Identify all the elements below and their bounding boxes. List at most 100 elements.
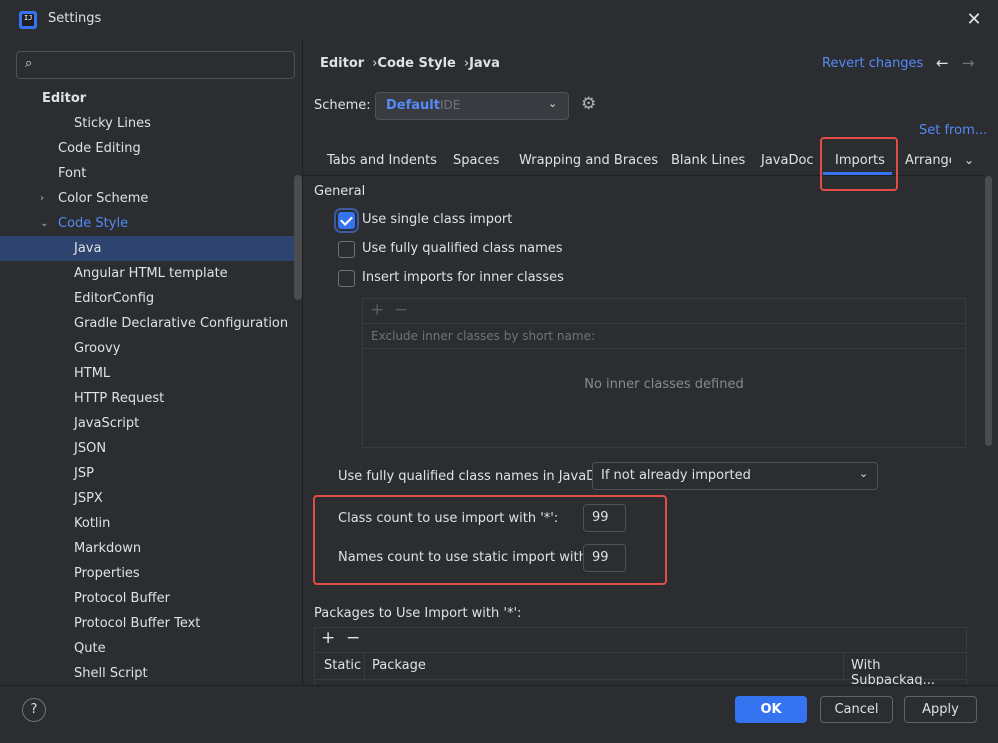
tab-spaces[interactable]: Spaces	[453, 153, 499, 168]
column-divider[interactable]	[843, 653, 844, 679]
tree-item-label: Qute	[74, 641, 106, 656]
tree-item[interactable]: JSP	[0, 461, 302, 486]
javadoc-fq-label: Use fully qualified class names in JavaD…	[338, 469, 616, 484]
use-single-class-import-label[interactable]: Use single class import	[362, 212, 512, 227]
tree-item[interactable]: Java	[0, 236, 302, 261]
inner-table-header-label: Exclude inner classes by short name:	[371, 329, 595, 343]
tree-item-label: Shell Script	[74, 666, 148, 681]
settings-dialog: IJ Settings ✕ ⌕ Editor Sticky Lines Code E…	[0, 0, 998, 743]
title-bar: IJ Settings ✕	[0, 0, 998, 40]
tree-item[interactable]: HTTP Request	[0, 386, 302, 411]
tab-javadoc[interactable]: JavaDoc	[761, 153, 814, 168]
tree-item[interactable]: Groovy	[0, 336, 302, 361]
revert-changes-link[interactable]: Revert changes	[822, 56, 923, 71]
add-icon[interactable]: +	[321, 628, 335, 648]
remove-icon[interactable]: −	[346, 628, 360, 648]
tree-item-label: Font	[58, 166, 87, 181]
chevron-down-icon[interactable]: ⌄	[964, 153, 974, 167]
tree-item[interactable]: › Color Scheme	[0, 186, 302, 211]
content-scrollbar[interactable]	[985, 176, 992, 446]
tree-item[interactable]: Sticky Lines	[0, 111, 302, 136]
remove-icon[interactable]: −	[394, 300, 408, 320]
forward-arrow-icon[interactable]: →	[962, 54, 975, 72]
tab-wrapping-and-braces[interactable]: Wrapping and Braces	[519, 153, 658, 168]
tree-item-label: Angular HTML template	[74, 266, 228, 281]
scheme-select[interactable]: Default IDE ⌄	[375, 92, 569, 120]
tree-item[interactable]: JavaScript	[0, 411, 302, 436]
add-icon[interactable]: +	[370, 300, 384, 320]
tree-item[interactable]: Code Editing	[0, 136, 302, 161]
tree-item[interactable]: EditorConfig	[0, 286, 302, 311]
back-arrow-icon[interactable]: ←	[936, 54, 949, 72]
tree-item[interactable]: HTML	[0, 361, 302, 386]
settings-content-panel: Editor ›Code Style ›Java Revert changes ← …	[303, 40, 998, 688]
set-from-link[interactable]: Set from...	[919, 123, 987, 138]
ok-button[interactable]: OK	[735, 696, 807, 723]
chevron-down-icon: ⌄	[859, 467, 869, 480]
cancel-button[interactable]: Cancel	[820, 696, 893, 723]
tree-item-label: Markdown	[74, 541, 142, 556]
tree-item[interactable]: Properties	[0, 561, 302, 586]
tree-item[interactable]: Kotlin	[0, 511, 302, 536]
tree-item-label: Groovy	[74, 341, 121, 356]
tab-tabs-and-indents[interactable]: Tabs and Indents	[327, 153, 437, 168]
tree-item[interactable]: Protocol Buffer	[0, 586, 302, 611]
tree-item-label: Gradle Declarative Configuration	[74, 316, 289, 331]
tree-item[interactable]: Protocol Buffer Text	[0, 611, 302, 636]
packages-toolbar: + −	[315, 628, 966, 653]
column-header-package[interactable]: Package	[372, 658, 426, 673]
tree-item[interactable]: Editor	[0, 86, 302, 111]
chevron-down-icon[interactable]: ⌄	[40, 211, 52, 236]
insert-imports-inner-checkbox[interactable]	[338, 270, 355, 287]
tree-item[interactable]: JSON	[0, 436, 302, 461]
gear-icon[interactable]: ⚙	[581, 94, 596, 114]
use-single-class-import-checkbox[interactable]	[338, 212, 355, 229]
tree-item[interactable]: Gradle Declarative Configuration	[0, 311, 302, 336]
column-divider[interactable]	[364, 653, 365, 679]
tree-item-label: Java	[74, 241, 102, 256]
tree-item[interactable]: Shell Script	[0, 661, 302, 685]
packages-table: + − Static Package With Subpackag...	[314, 627, 967, 688]
tree-item[interactable]: Font	[0, 161, 302, 186]
tree-item-label: HTML	[74, 366, 111, 381]
breadcrumb-item[interactable]: Code Style	[377, 56, 455, 71]
tab-arrangement[interactable]: Arrange	[905, 153, 951, 168]
intellij-logo-icon: IJ	[19, 11, 37, 29]
use-fully-qualified-checkbox[interactable]	[338, 241, 355, 258]
breadcrumb: Editor ›Code Style ›Java	[320, 56, 500, 71]
help-button[interactable]: ?	[22, 698, 46, 722]
use-fully-qualified-label[interactable]: Use fully qualified class names	[362, 241, 563, 256]
names-count-input[interactable]: 99	[583, 544, 626, 572]
tree-item[interactable]: Qute	[0, 636, 302, 661]
tree-item-label: Editor	[42, 91, 87, 106]
chevron-right-icon[interactable]: ›	[40, 186, 52, 211]
tree-scrollbar[interactable]	[294, 175, 302, 300]
search-input[interactable]: ⌕	[16, 51, 295, 79]
tree-item[interactable]: JSPX	[0, 486, 302, 511]
tree-item-label: Protocol Buffer	[74, 591, 170, 606]
javadoc-fq-select[interactable]: If not already imported ⌄	[592, 462, 878, 490]
javadoc-fq-value: If not already imported	[601, 468, 751, 483]
tree-item-label: Code Editing	[58, 141, 141, 156]
names-count-value: 99	[592, 550, 609, 565]
tree-item[interactable]: Markdown	[0, 536, 302, 561]
breadcrumb-item[interactable]: Editor	[320, 56, 364, 71]
tab-blank-lines[interactable]: Blank Lines	[671, 153, 745, 168]
tree-item[interactable]: ⌄ Code Style	[0, 211, 302, 236]
column-header-with-subpackages[interactable]: With Subpackag...	[851, 658, 966, 688]
tree-item-label: Protocol Buffer Text	[74, 616, 201, 631]
tree-item-label: HTTP Request	[74, 391, 165, 406]
close-icon[interactable]: ✕	[964, 10, 984, 30]
packages-table-header: Static Package With Subpackag...	[315, 653, 966, 688]
apply-button[interactable]: Apply	[904, 696, 977, 723]
class-count-input[interactable]: 99	[583, 504, 626, 532]
settings-tree-panel: ⌕ Editor Sticky Lines Code Editing Font › Col…	[0, 40, 302, 685]
tree-item-label: JSON	[74, 441, 107, 456]
tree-item-label: Properties	[74, 566, 140, 581]
insert-imports-inner-label[interactable]: Insert imports for inner classes	[362, 270, 564, 285]
column-header-static[interactable]: Static	[324, 658, 361, 673]
tree-item-label: JSP	[74, 466, 94, 481]
tree-item[interactable]: Angular HTML template	[0, 261, 302, 286]
imports-settings: General Use single class import Use full…	[303, 176, 998, 688]
tree-item-label: JavaScript	[74, 416, 140, 431]
